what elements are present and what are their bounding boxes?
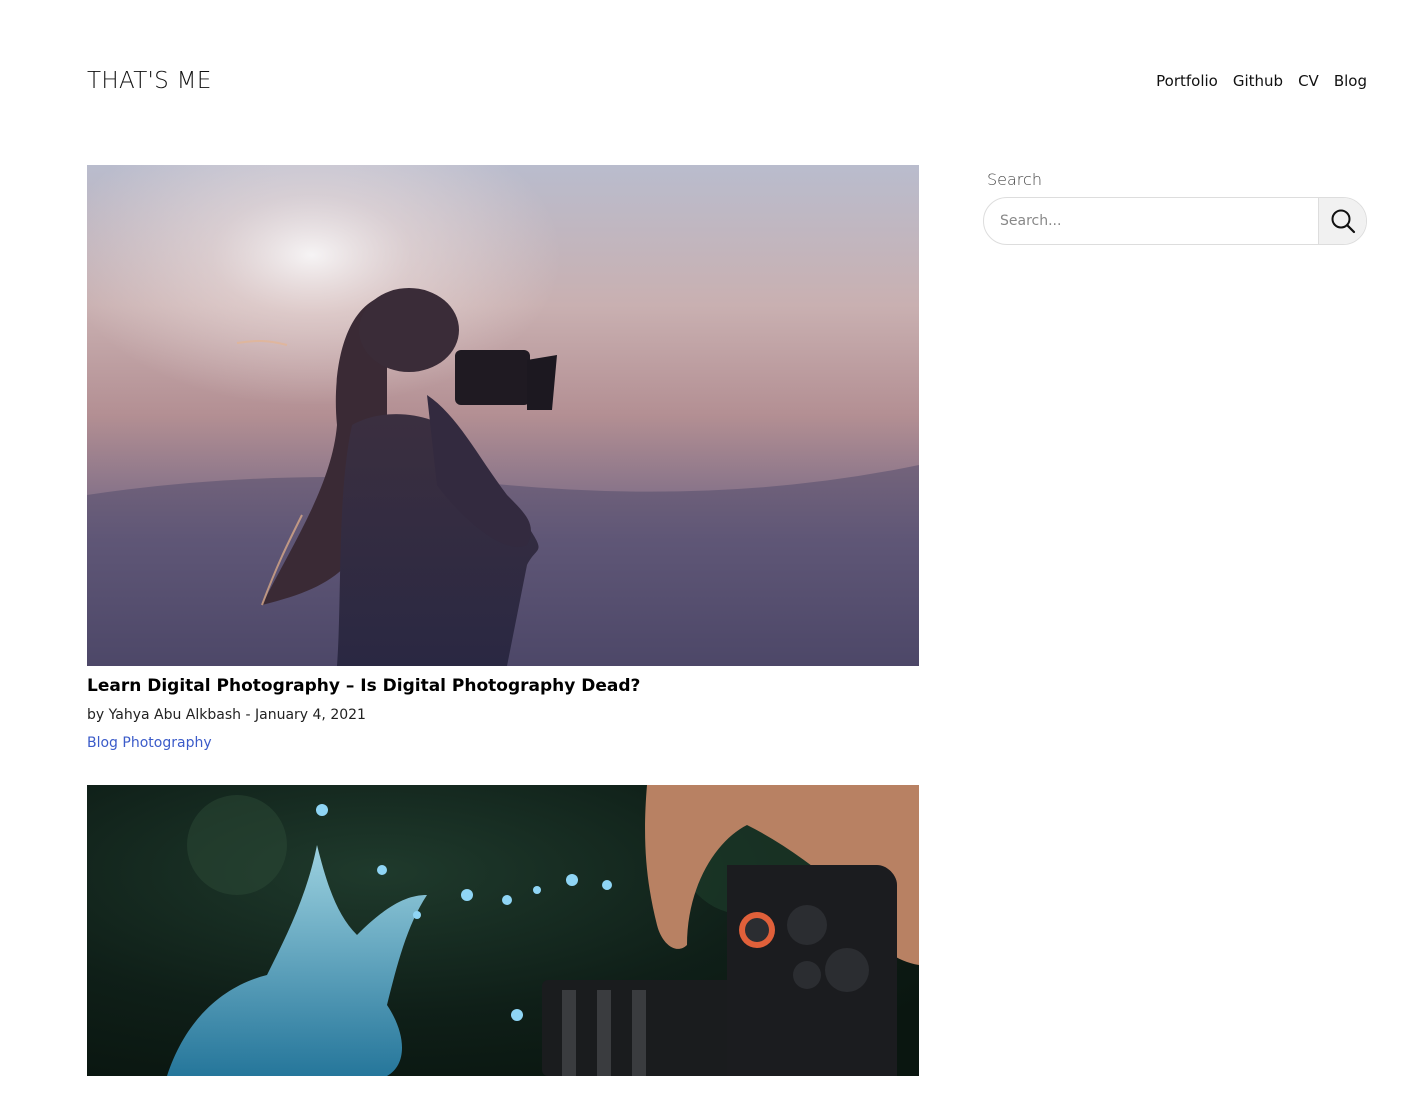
post-item <box>87 785 919 1076</box>
category-blog[interactable]: Blog <box>87 735 118 751</box>
post-date: January 4, 2021 <box>254 707 366 723</box>
search-icon <box>1331 209 1355 234</box>
post-categories: Blog Photography <box>87 733 919 753</box>
search-label: Search <box>987 170 1042 189</box>
nav-portfolio[interactable]: Portfolio <box>1156 72 1218 90</box>
main-nav: Portfolio Github CV Blog <box>1156 72 1367 90</box>
post-featured-image[interactable] <box>87 165 919 666</box>
search-form <box>983 197 1367 245</box>
post-item: Learn Digital Photography – Is Digital P… <box>87 165 919 753</box>
post-meta: by Yahya Abu Alkbash - January 4, 2021 <box>87 705 919 725</box>
meta-separator: - <box>245 707 251 723</box>
sidebar: Search <box>983 170 1367 245</box>
search-button[interactable] <box>1318 198 1366 244</box>
site-header: THAT'S ME Portfolio Github CV Blog <box>87 64 1367 104</box>
woman-with-camera-photo <box>87 165 919 666</box>
site-title[interactable]: THAT'S ME <box>87 68 212 94</box>
author-prefix: by <box>87 707 105 723</box>
search-input[interactable] <box>985 199 1315 243</box>
post-list: Learn Digital Photography – Is Digital P… <box>87 165 919 1076</box>
post-title[interactable]: Learn Digital Photography – Is Digital P… <box>87 675 919 697</box>
nav-blog[interactable]: Blog <box>1334 72 1367 90</box>
post-author: Yahya Abu Alkbash <box>108 707 242 723</box>
nav-cv[interactable]: CV <box>1298 72 1319 90</box>
nav-github[interactable]: Github <box>1233 72 1283 90</box>
post-featured-image[interactable] <box>87 785 919 1076</box>
camera-water-splash-photo <box>87 785 919 1076</box>
category-photography[interactable]: Photography <box>122 735 211 751</box>
